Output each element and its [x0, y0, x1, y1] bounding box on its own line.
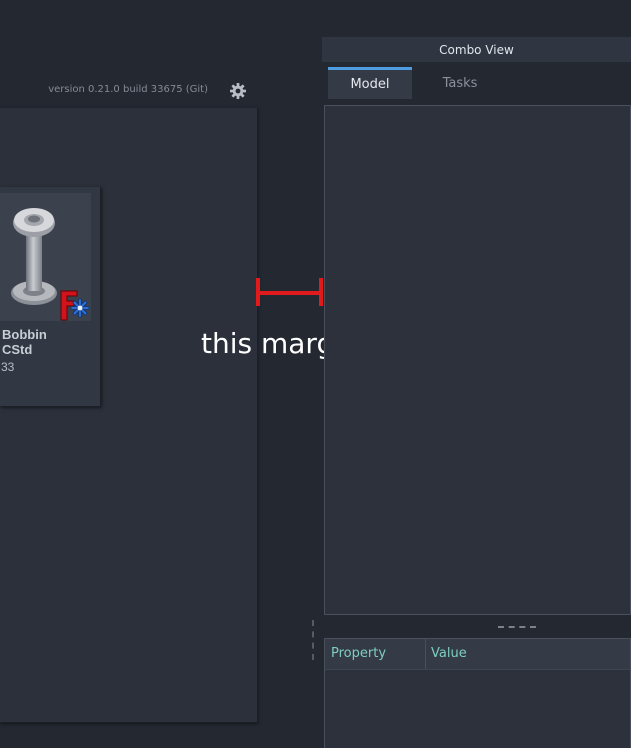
margin-annotation-line [256, 278, 323, 306]
recent-file-card[interactable]: Bobbin CStd 33 [0, 187, 101, 407]
dock-splitter-handle[interactable] [312, 620, 314, 660]
combo-view-title: Combo View [322, 37, 631, 62]
column-header-value[interactable]: Value [431, 639, 467, 669]
recent-file-size: 33 [1, 360, 15, 374]
tab-model[interactable]: Model [328, 67, 412, 99]
file-thumbnail [0, 193, 91, 321]
freecad-logo-icon [60, 290, 91, 321]
version-label: version 0.21.0 build 33675 (Git) [48, 84, 208, 95]
model-tree-panel[interactable] [324, 105, 631, 615]
column-divider[interactable] [425, 639, 426, 669]
tab-tasks[interactable]: Tasks [418, 67, 502, 99]
recent-file-title: Bobbin CStd [2, 327, 47, 357]
panel-splitter-handle[interactable] [498, 626, 536, 628]
gear-icon[interactable] [229, 82, 247, 100]
property-table-header: Property Value [325, 639, 630, 670]
column-header-property[interactable]: Property [331, 639, 386, 669]
property-view-panel[interactable]: Property Value [324, 638, 631, 748]
